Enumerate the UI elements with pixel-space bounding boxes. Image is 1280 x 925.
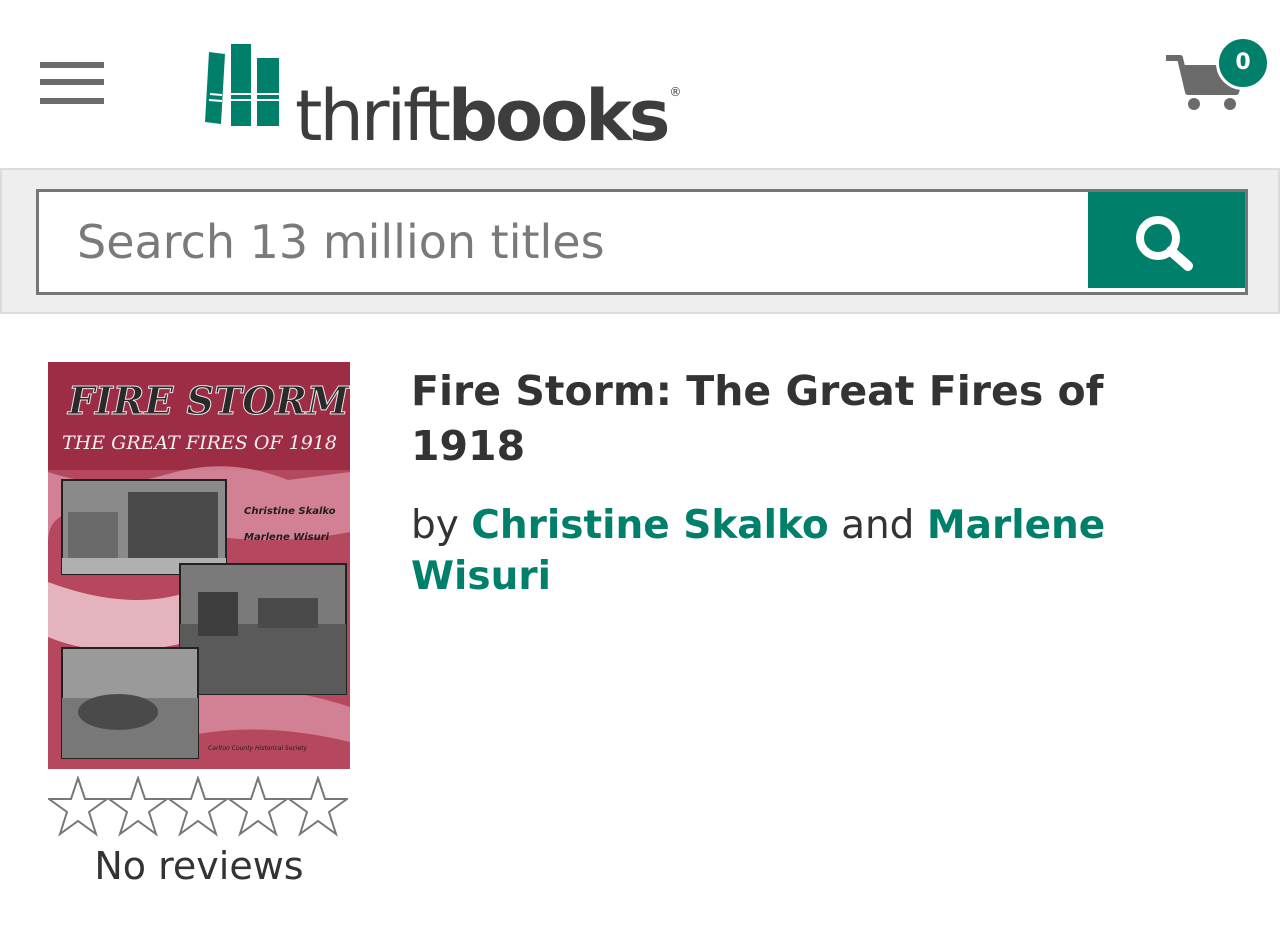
header: thriftbooks ® 0: [0, 0, 1280, 168]
star-empty-icon: [228, 776, 288, 837]
menu-icon[interactable]: [40, 62, 104, 106]
cover-author-1: Christine Skalko: [244, 506, 336, 517]
search-input[interactable]: [39, 192, 1085, 292]
cover-author-2: Marlene Wisuri: [244, 532, 330, 543]
search-button[interactable]: [1088, 192, 1245, 288]
rating-stars: [48, 776, 348, 838]
byline-and: and: [841, 503, 915, 548]
book-byline: by Christine Skalko and Marlene Wisuri: [411, 500, 1171, 602]
logo-text-thrift: thrift: [295, 75, 451, 157]
book-title: Fire Storm: The Great Fires of 1918: [411, 367, 1104, 470]
cover-subtitle: THE GREAT FIRES OF 1918: [62, 432, 337, 454]
search-bar: [0, 168, 1280, 314]
books-logo-icon: [205, 44, 279, 126]
star-empty-icon: [288, 776, 348, 837]
search-box: [36, 189, 1248, 295]
byline-by: by: [411, 503, 459, 548]
book-cover-image[interactable]: FIRE STORM THE GREAT FIRES OF 1918 Chris…: [48, 362, 350, 769]
logo-text-books: books: [447, 75, 671, 157]
search-icon: [1136, 216, 1193, 271]
cover-title: FIRE STORM: [67, 378, 350, 423]
thriftbooks-logo[interactable]: thriftbooks ®: [205, 42, 681, 156]
cart-count-badge: 0: [1216, 36, 1270, 90]
logo-wordmark: thriftbooks ®: [295, 52, 681, 156]
menu-icon-bar: [40, 79, 104, 85]
menu-icon-bar: [40, 62, 104, 68]
star-empty-icon: [108, 776, 168, 837]
registered-mark: ®: [669, 85, 682, 99]
menu-icon-bar: [40, 98, 104, 104]
cart-button[interactable]: 0: [1164, 36, 1270, 116]
author-link[interactable]: Christine Skalko: [471, 503, 828, 548]
star-empty-icon: [168, 776, 228, 837]
cover-publisher: Carlton County Historical Society: [208, 745, 308, 752]
reviews-count: No reviews: [94, 844, 304, 888]
star-empty-icon: [48, 776, 108, 837]
